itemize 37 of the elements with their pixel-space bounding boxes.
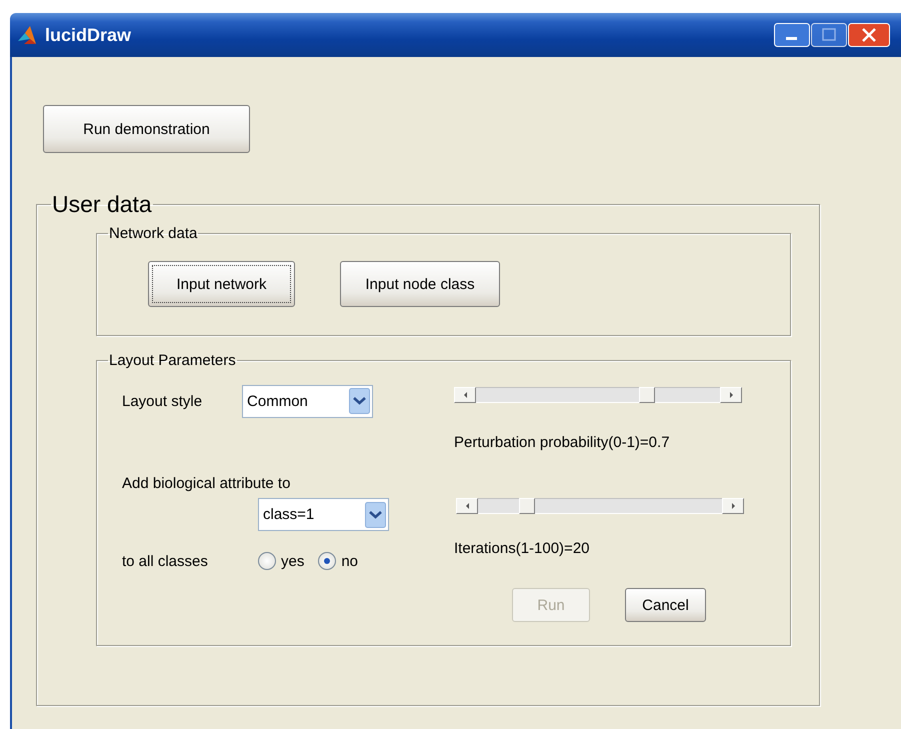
slider-reading: Iterations(1-100)=20 (454, 540, 590, 557)
close-button[interactable] (848, 23, 890, 47)
scroll-left-button[interactable] (456, 498, 478, 514)
group-title: Layout Parameters (108, 353, 237, 368)
right-arrow-icon (732, 503, 734, 509)
slider-reading: Perturbation probability(0-1)=0.7 (454, 434, 671, 450)
run-demonstration-button[interactable]: Run demonstration (43, 105, 250, 153)
button[interactable]: Input network (148, 261, 295, 307)
left-arrow-icon (466, 503, 468, 509)
slider-thumb[interactable] (638, 387, 655, 403)
dropdown[interactable]: Common (242, 384, 374, 418)
radio-button[interactable] (258, 552, 276, 570)
window-title: lucidDraw (45, 24, 132, 46)
radio-label[interactable]: yes (281, 552, 304, 570)
field-label: Layout style (122, 392, 202, 410)
radio-label[interactable]: no (341, 552, 358, 570)
right-arrow-icon (730, 392, 732, 398)
group-title: User data (51, 193, 153, 216)
app-logo-icon (16, 25, 37, 45)
field-label: Add biological attribute to (122, 475, 292, 492)
scroll-right-button[interactable] (720, 387, 742, 403)
slider[interactable] (454, 387, 742, 403)
scroll-left-button[interactable] (454, 387, 476, 403)
left-arrow-icon (464, 392, 466, 398)
maximize-button[interactable] (811, 23, 847, 47)
dropdown-value: class=1 (263, 506, 314, 523)
radio-button[interactable] (318, 552, 336, 570)
scroll-right-button[interactable] (722, 498, 744, 514)
field-label: to all classes (122, 552, 209, 570)
dropdown[interactable]: class=1 (258, 498, 389, 531)
button[interactable]: Cancel (625, 588, 706, 622)
slider[interactable] (456, 498, 744, 514)
slider-thumb[interactable] (518, 498, 535, 514)
dropdown-value: Common (247, 392, 308, 410)
group-title: Network data (108, 226, 198, 241)
minimize-button[interactable] (774, 23, 810, 47)
button[interactable]: Input node class (340, 261, 500, 307)
